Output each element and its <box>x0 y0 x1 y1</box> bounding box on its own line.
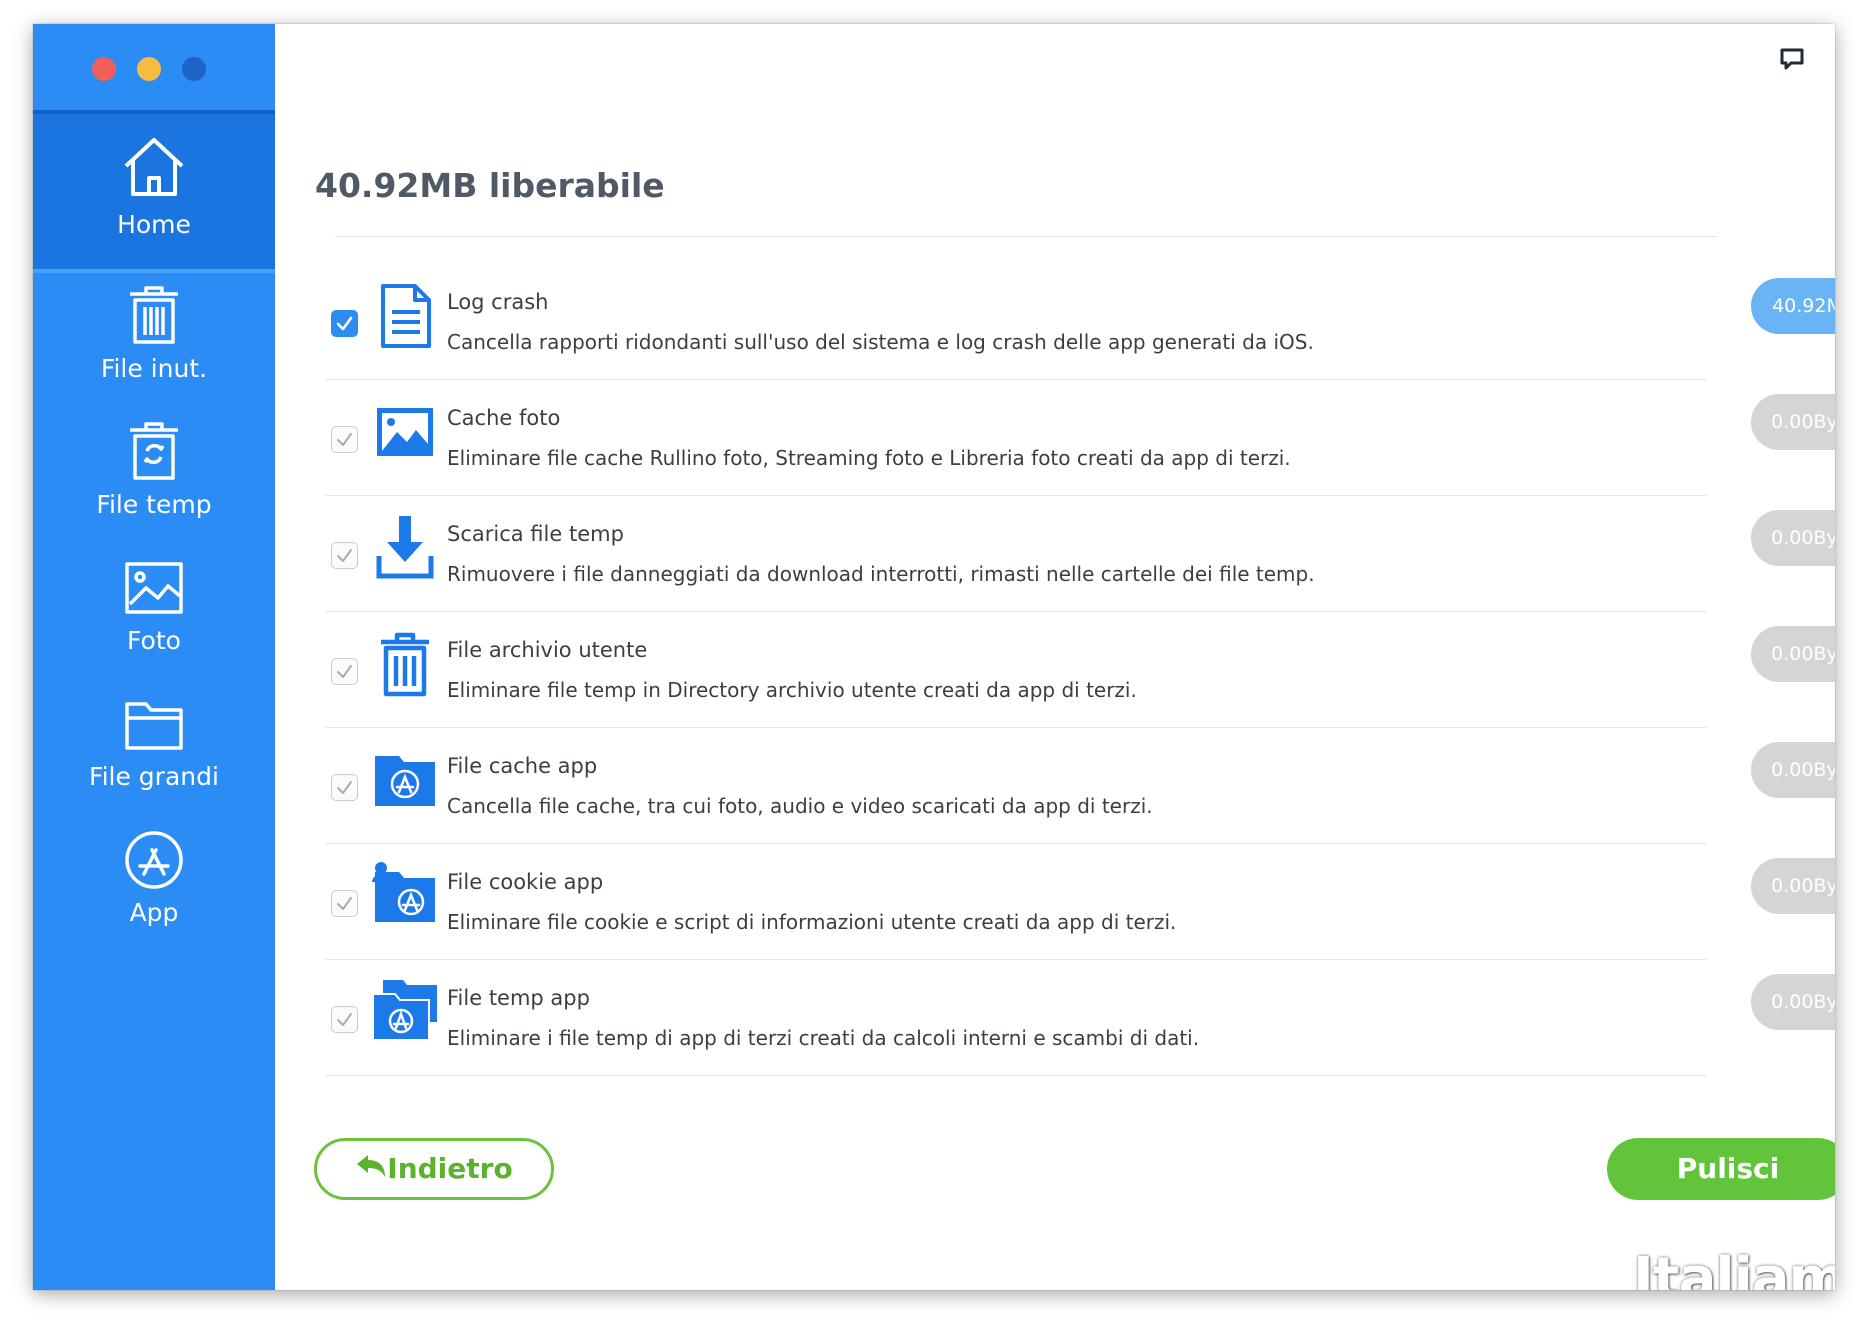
sidebar-item-label: File temp <box>96 490 212 519</box>
item-description: Eliminare file temp in Directory archivi… <box>447 678 1137 702</box>
divider <box>325 843 1707 844</box>
divider <box>325 495 1707 496</box>
folder-icon <box>118 688 190 760</box>
item-checkbox[interactable] <box>331 658 358 685</box>
list-item: Cache foto Eliminare file cache Rullino … <box>325 394 1835 512</box>
item-title: Scarica file temp <box>447 522 624 546</box>
trash-icon <box>369 628 441 700</box>
item-title: File archivio utente <box>447 638 648 662</box>
feedback-icon[interactable] <box>1779 46 1805 72</box>
size-badge: 0.00Byte <box>1751 626 1835 682</box>
size-badge: 40.92MB <box>1751 278 1835 334</box>
minimize-window-button[interactable] <box>137 57 161 81</box>
watermark-logo: Italiamac <box>1633 1246 1835 1290</box>
item-checkbox[interactable] <box>331 1006 358 1033</box>
item-description: Cancella file cache, tra cui foto, audio… <box>447 794 1153 818</box>
divider <box>325 611 1707 612</box>
cleanup-list: Log crash Cancella rapporti ridondanti s… <box>325 278 1835 1092</box>
sidebar-item-label: Foto <box>127 626 181 655</box>
item-checkbox[interactable] <box>331 310 358 337</box>
divider <box>325 379 1707 380</box>
item-checkbox[interactable] <box>331 542 358 569</box>
sidebar-item-label: File inut. <box>100 354 208 383</box>
divider <box>325 959 1707 960</box>
sidebar-item-label: Home <box>117 210 191 239</box>
main-panel: 40.92MB liberabile Log crash Cancella ra… <box>275 24 1835 1290</box>
sidebar-item-label: App <box>129 898 179 927</box>
sidebar-item-home[interactable]: Home <box>33 110 275 273</box>
image-icon <box>369 396 441 468</box>
item-description: Eliminare i file temp di app di terzi cr… <box>447 1026 1200 1050</box>
download-icon <box>369 512 441 584</box>
item-description: Eliminare file cache Rullino foto, Strea… <box>447 446 1291 470</box>
back-button-label: Indietro <box>387 1152 513 1185</box>
app-folder-icon <box>369 744 441 816</box>
size-badge: 0.00Byte <box>1751 974 1835 1030</box>
sidebar: Home File inut. File temp Foto File gran… <box>33 24 275 1290</box>
item-title: Cache foto <box>447 406 561 430</box>
trash-icon <box>118 280 190 352</box>
window-controls <box>92 57 206 81</box>
zoom-window-button[interactable] <box>182 57 206 81</box>
item-checkbox[interactable] <box>331 890 358 917</box>
item-description: Cancella rapporti ridondanti sull'uso de… <box>447 330 1314 354</box>
stacked-app-folder-icon <box>369 976 441 1048</box>
item-description: Rimuovere i file danneggiati da download… <box>447 562 1315 586</box>
divider <box>335 236 1717 237</box>
size-badge: 0.00Byte <box>1751 858 1835 914</box>
list-item: File cookie app Eliminare file cookie e … <box>325 858 1835 976</box>
list-item: File temp app Eliminare i file temp di a… <box>325 974 1835 1092</box>
item-title: File temp app <box>447 986 590 1010</box>
item-checkbox[interactable] <box>331 774 358 801</box>
item-title: Log crash <box>447 290 549 314</box>
photo-icon <box>118 552 190 624</box>
sidebar-item-app[interactable]: App <box>33 816 275 979</box>
item-checkbox[interactable] <box>331 426 358 453</box>
recycle-bin-icon <box>118 416 190 488</box>
page-title: 40.92MB liberabile <box>315 166 665 205</box>
list-item: File archivio utente Eliminare file temp… <box>325 626 1835 744</box>
divider <box>325 1075 1707 1076</box>
clean-button[interactable]: Pulisci <box>1607 1138 1835 1200</box>
app-store-icon <box>118 824 190 896</box>
item-description: Eliminare file cookie e script di inform… <box>447 910 1177 934</box>
list-item: File cache app Cancella file cache, tra … <box>325 742 1835 860</box>
document-icon <box>369 280 441 352</box>
item-title: File cache app <box>447 754 598 778</box>
home-icon <box>118 132 190 204</box>
user-app-folder-icon <box>369 860 441 932</box>
list-item: Scarica file temp Rimuovere i file danne… <box>325 510 1835 628</box>
sidebar-item-label: File grandi <box>89 762 219 791</box>
size-badge: 0.00Byte <box>1751 742 1835 798</box>
app-window: Home File inut. File temp Foto File gran… <box>33 24 1835 1290</box>
back-button[interactable]: Indietro <box>314 1138 554 1200</box>
item-title: File cookie app <box>447 870 604 894</box>
list-item: Log crash Cancella rapporti ridondanti s… <box>325 278 1835 396</box>
close-window-button[interactable] <box>92 57 116 81</box>
divider <box>325 727 1707 728</box>
size-badge: 0.00Byte <box>1751 394 1835 450</box>
size-badge: 0.00Byte <box>1751 510 1835 566</box>
back-arrow-icon <box>355 1144 387 1177</box>
